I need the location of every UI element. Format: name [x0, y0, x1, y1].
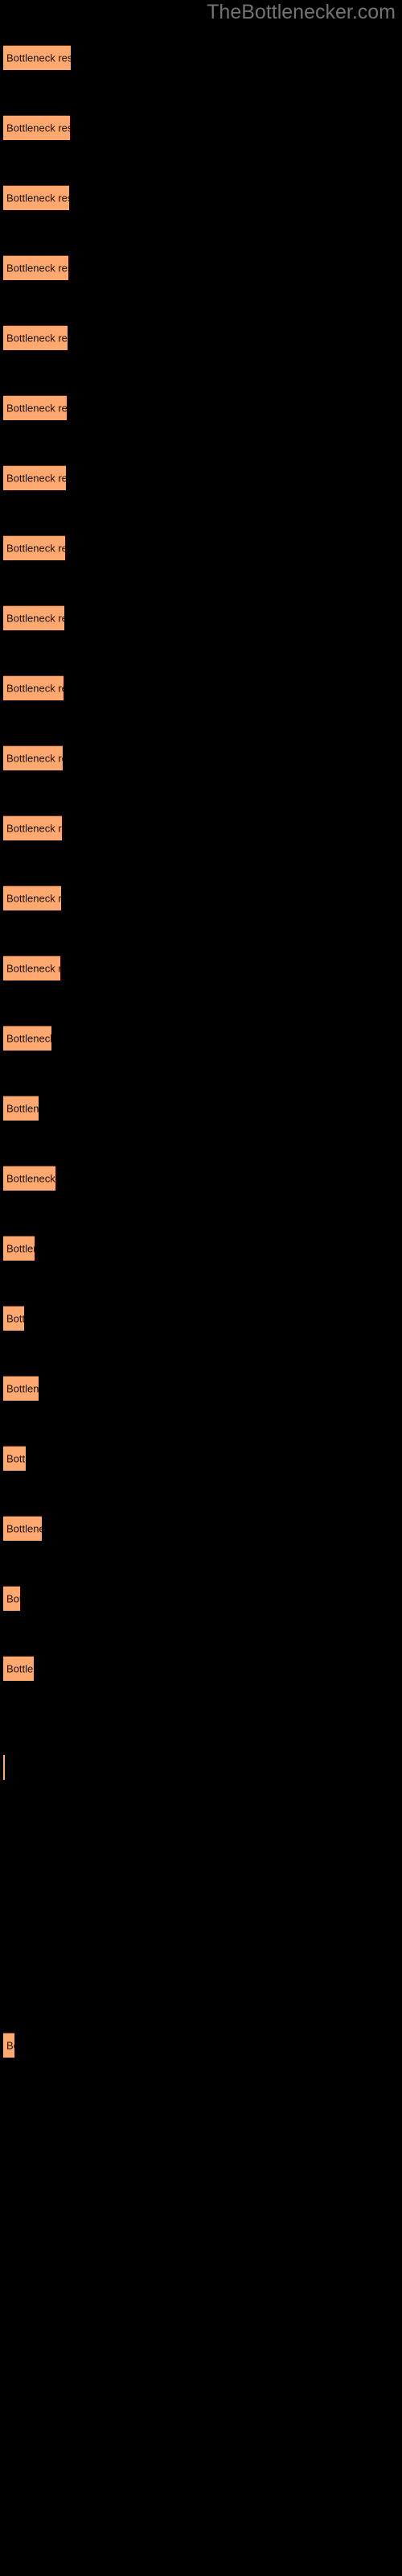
bar-label: Bottleneck result — [6, 472, 66, 485]
bottleneck-result-bar[interactable]: Bottleneck result — [3, 115, 70, 140]
bottleneck-result-bar[interactable]: Bottleneck result — [3, 1656, 34, 1681]
bottleneck-result-bar[interactable]: Bottleneck result — [3, 1516, 42, 1541]
bar-label: Bottleneck result — [6, 1032, 51, 1045]
bottleneck-result-bar[interactable]: Bottleneck result — [3, 395, 67, 420]
bottleneck-result-bar[interactable]: Bottleneck result — [3, 605, 64, 630]
bar-label: Bottleneck result — [6, 1382, 39, 1395]
bar-label: Bottleneck result — [6, 1592, 20, 1605]
bottleneck-result-bar[interactable]: Bottleneck result — [3, 535, 65, 560]
bottleneck-result-bar[interactable]: Bottleneck result — [3, 1586, 20, 1611]
bar-label: Bottleneck result — [6, 612, 64, 625]
bar-label: Bottleneck result — [6, 402, 67, 415]
bar-label: Bottleneck result — [6, 892, 61, 905]
bar-label: Bottleneck result — [6, 122, 70, 134]
bottleneck-result-bar[interactable]: Bottleneck result — [3, 745, 63, 770]
bar-label: Bottleneck result — [6, 1242, 35, 1255]
bar-label: Bottleneck result — [6, 752, 63, 765]
bar-label: Bottleneck result — [6, 1312, 24, 1325]
bottleneck-result-bar[interactable]: Bottleneck result — [3, 1446, 26, 1471]
bar-label: Bottleneck result — [6, 192, 69, 204]
bar-label: Bottleneck result — [6, 262, 68, 275]
bar-label: Bottleneck result — [6, 962, 60, 975]
bottleneck-result-bar[interactable]: Bottleneck result — [3, 675, 64, 700]
bar-label: Bottleneck result — [6, 542, 65, 555]
bottleneck-result-bar[interactable]: Bottleneck result — [3, 1376, 39, 1401]
bar-label: Bottleneck result — [6, 822, 62, 835]
bottleneck-result-bar[interactable]: Bottleneck result — [3, 185, 69, 210]
bar-label: Bottleneck result — [6, 2039, 14, 2052]
bar-label: Bottleneck result — [6, 1172, 55, 1185]
bottleneck-result-bar[interactable]: Bottleneck result — [3, 956, 60, 980]
chart-page: TheBottlenecker.com Bottleneck resultBot… — [0, 0, 402, 2576]
bar-label: Bottleneck result — [6, 1102, 39, 1115]
bar-label: Bottleneck result — [6, 52, 71, 64]
bar-label: Bottleneck result — [6, 1522, 42, 1535]
bottleneck-result-bar[interactable]: Bottleneck result — [3, 1026, 51, 1051]
bottleneck-result-bar[interactable]: Bottleneck result — [3, 45, 71, 70]
bottleneck-result-bar[interactable]: Bottleneck result — [3, 886, 61, 910]
bar-label: Bottleneck result — [6, 332, 68, 345]
bottleneck-result-bar[interactable]: Bottleneck result — [3, 1096, 39, 1121]
bottleneck-result-bar[interactable]: Bottleneck result — [3, 255, 68, 280]
bottleneck-result-bar[interactable]: Bottleneck result — [3, 325, 68, 350]
bar-label: Bottleneck result — [6, 1452, 26, 1465]
bottleneck-bar-chart: Bottleneck result Bottleneck result Bottle… — [0, 0, 402, 2576]
bottleneck-result-bar[interactable]: Bottleneck result — [3, 465, 66, 490]
bar-label: Bottleneck result — [6, 1662, 34, 1675]
bottleneck-result-bar[interactable]: Bottleneck result — [3, 1306, 24, 1331]
bottleneck-result-bar[interactable]: Bottleneck result — [3, 1166, 55, 1191]
bottleneck-result-bar[interactable]: Bottleneck result — [3, 1755, 5, 1780]
bottleneck-result-bar[interactable]: Bottleneck result — [3, 2033, 14, 2058]
bar-label: Bottleneck result — [6, 682, 64, 695]
bottleneck-result-bar[interactable]: Bottleneck result — [3, 815, 62, 840]
bottleneck-result-bar[interactable]: Bottleneck result — [3, 1236, 35, 1261]
